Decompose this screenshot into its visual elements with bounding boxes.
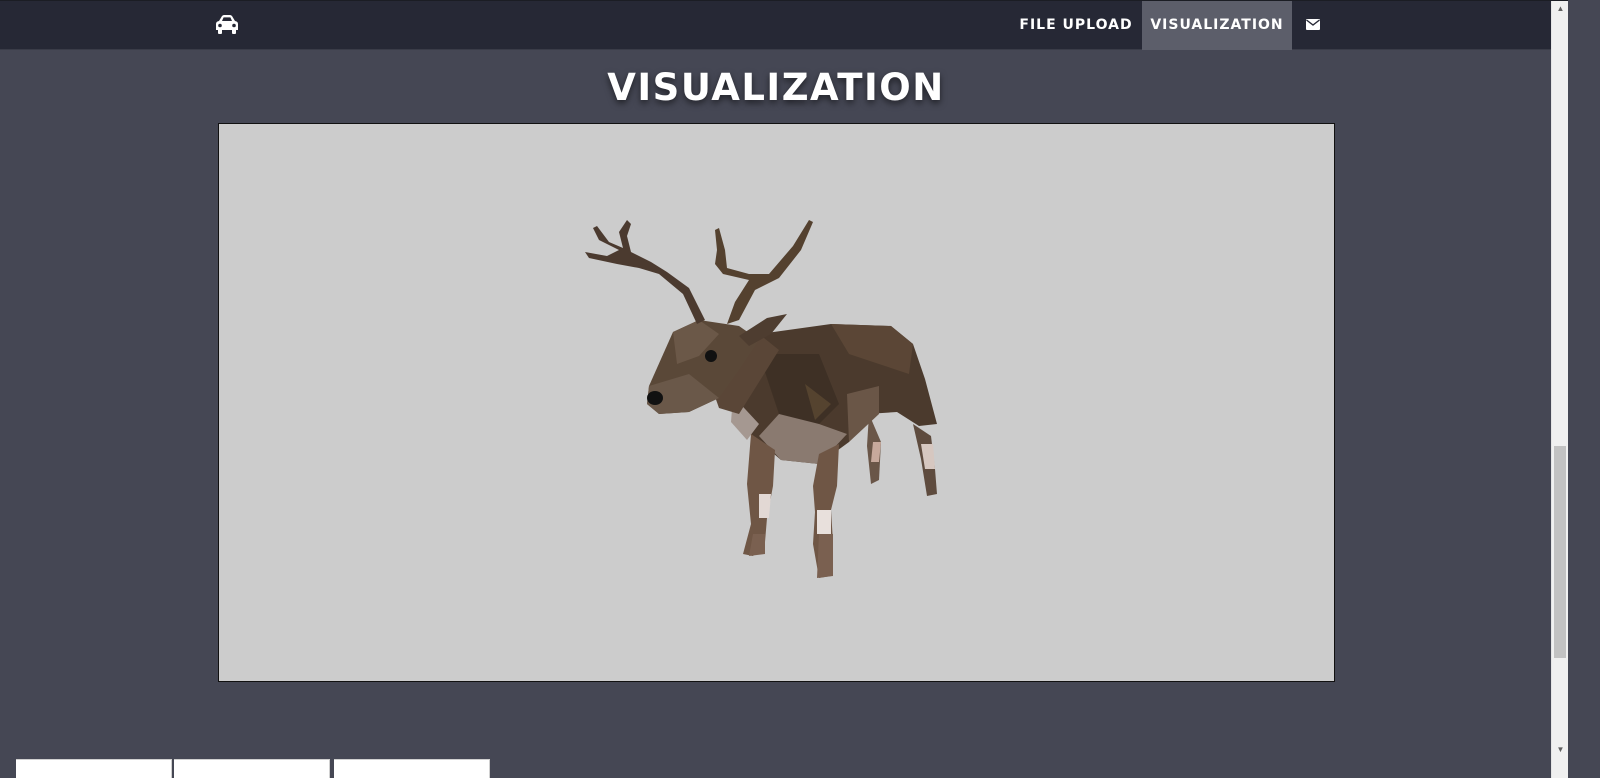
scroll-down-arrow-icon[interactable]: ▼ — [1556, 745, 1565, 754]
nav-link-contact[interactable] — [1292, 1, 1334, 50]
scroll-up-arrow-icon[interactable]: ▲ — [1556, 4, 1565, 13]
bottom-tab[interactable] — [174, 759, 330, 778]
scroll-thumb[interactable] — [1554, 446, 1566, 658]
vertical-scrollbar[interactable]: ▲ ▼ — [1551, 1, 1568, 778]
top-navbar: FILE UPLOAD VISUALIZATION — [0, 1, 1551, 50]
page-title: VISUALIZATION — [607, 66, 945, 109]
nav-link-visualization[interactable]: VISUALIZATION — [1142, 1, 1292, 50]
deer-3d-model-icon — [585, 220, 937, 578]
nav-link-file-upload[interactable]: FILE UPLOAD — [1010, 1, 1142, 50]
car-icon[interactable] — [214, 14, 240, 36]
envelope-icon — [1306, 17, 1320, 33]
bottom-tab[interactable] — [16, 759, 172, 778]
bottom-tab[interactable] — [334, 759, 490, 778]
3d-viewer-canvas[interactable] — [218, 123, 1335, 682]
